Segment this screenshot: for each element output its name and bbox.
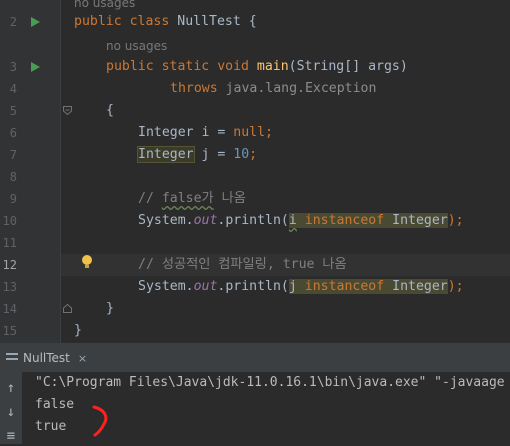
keyword: public xyxy=(106,59,154,74)
console-output-line: false xyxy=(35,397,75,412)
usages-hint[interactable]: no usages xyxy=(74,0,135,10)
code-line-4[interactable]: throws java.lang.Exception xyxy=(170,78,376,100)
code-line-9-comment[interactable]: // false가 나옴 xyxy=(138,188,246,210)
code-line-14[interactable]: } xyxy=(106,298,114,320)
line-number: 2 xyxy=(9,15,17,29)
soft-wrap-icon[interactable]: ≡ xyxy=(0,426,22,446)
code-text: java.lang.Exception xyxy=(217,81,377,96)
line-number: 7 xyxy=(9,148,17,162)
close-icon[interactable]: × xyxy=(78,352,87,365)
line-number: 13 xyxy=(2,280,17,294)
fold-marker-icon[interactable] xyxy=(63,106,72,115)
run-config-icon xyxy=(6,353,18,363)
console-toolbar: ↑ ↓ ≡ xyxy=(0,372,22,444)
keyword: class xyxy=(129,14,170,29)
code-editor[interactable]: 2 3 4 5 6 7 8 9 10 11 12 13 14 15 no usa… xyxy=(0,0,510,343)
line-number: 15 xyxy=(2,324,17,338)
type-name-highlighted: Integer xyxy=(137,146,195,163)
line-number: 8 xyxy=(9,170,17,184)
handwritten-brace-annotation xyxy=(92,405,108,437)
code-text: (String[] args) xyxy=(288,59,408,74)
code-line-10[interactable]: System.out.println(i instanceof Integer)… xyxy=(138,210,464,232)
number-literal: 10 xyxy=(233,147,250,162)
line-number: 11 xyxy=(2,236,17,250)
gutter-separator xyxy=(60,0,61,343)
code-line-13[interactable]: System.out.println(j instanceof Integer)… xyxy=(138,276,464,298)
code-text: System. xyxy=(138,279,194,294)
code-text xyxy=(296,279,305,294)
code-text: j = xyxy=(193,147,234,162)
class-name-highlighted: Integer xyxy=(384,279,448,294)
fold-end-icon[interactable] xyxy=(63,304,72,313)
variable-highlighted: j xyxy=(288,279,297,294)
usages-hint[interactable]: no usages xyxy=(106,39,167,53)
code-line-6[interactable]: Integer i = null; xyxy=(138,122,273,144)
variable-highlighted: i xyxy=(288,213,297,228)
keyword: null xyxy=(233,125,266,140)
keyword-highlighted: instanceof xyxy=(304,279,385,294)
run-main-icon[interactable] xyxy=(31,62,40,72)
static-field: out xyxy=(193,279,218,294)
line-number: 6 xyxy=(9,126,17,140)
method-name: main xyxy=(256,59,289,74)
scroll-down-icon[interactable]: ↓ xyxy=(0,402,22,422)
console-command-line: "C:\Program Files\Java\jdk-11.0.16.1\bin… xyxy=(35,375,505,390)
class-name: NullTest xyxy=(177,14,241,29)
code-line-5[interactable]: { xyxy=(106,100,114,122)
line-number: 14 xyxy=(2,302,17,316)
comment-text: 나옴 xyxy=(213,191,246,206)
code-line-7[interactable]: Integer j = 10; xyxy=(137,144,258,166)
run-tool-window: NullTest × ↑ ↓ ≡ "C:\Program Files\Java\… xyxy=(0,343,510,444)
scroll-up-icon[interactable]: ↑ xyxy=(0,378,22,398)
keyword: static xyxy=(161,59,210,74)
code-text: ; xyxy=(265,125,273,140)
run-class-icon[interactable] xyxy=(31,17,40,27)
static-field: out xyxy=(193,213,218,228)
code-text xyxy=(296,213,305,228)
keyword: public xyxy=(74,14,122,29)
console-output-line: true xyxy=(35,419,67,434)
code-line-3[interactable]: public static void main(String[] args) xyxy=(106,56,408,78)
run-tool-header: NullTest × xyxy=(0,344,510,372)
lightbulb-icon[interactable] xyxy=(82,255,92,268)
class-name-highlighted: Integer xyxy=(384,213,448,228)
code-text: { xyxy=(240,14,257,29)
code-text: i = xyxy=(193,125,234,140)
keyword-highlighted: instanceof xyxy=(304,213,385,228)
line-number: 10 xyxy=(2,214,17,228)
run-tab-label: NullTest xyxy=(23,351,70,365)
run-tab[interactable]: NullTest × xyxy=(6,344,87,372)
code-line-12-comment[interactable]: // 성공적인 컴파일링, true 나옴 xyxy=(138,254,347,276)
code-text: System. xyxy=(138,213,194,228)
code-text: .println( xyxy=(217,213,289,228)
line-number: 3 xyxy=(9,60,17,74)
code-line-15[interactable]: } xyxy=(74,320,82,342)
line-number: 9 xyxy=(9,192,17,206)
comment-text: // xyxy=(138,191,162,206)
type-name: Integer xyxy=(138,125,194,140)
line-number-current: 12 xyxy=(2,258,17,272)
comment-text-typo: false가 xyxy=(161,191,214,206)
code-text: ; xyxy=(249,147,258,162)
code-text: .println( xyxy=(217,279,289,294)
keyword: void xyxy=(217,59,249,74)
line-number: 5 xyxy=(9,104,17,118)
line-number: 4 xyxy=(9,82,17,96)
code-line-2[interactable]: public class NullTest { xyxy=(74,11,257,33)
keyword: throws xyxy=(170,81,218,96)
code-text: ); xyxy=(447,279,464,294)
code-text: ); xyxy=(447,213,464,228)
